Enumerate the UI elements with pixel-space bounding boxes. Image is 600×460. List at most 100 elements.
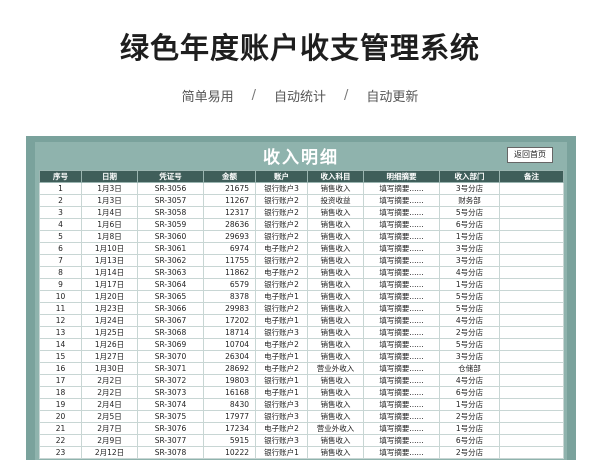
table-row[interactable]: 8 1月14日 SR-3063 11862 电子账户2 销售收入 填写摘要...... 4号分…	[39, 266, 564, 279]
cell-account[interactable]: 银行账户3	[255, 410, 308, 423]
cell-remark[interactable]	[499, 182, 564, 195]
cell-account[interactable]: 银行账户2	[255, 302, 308, 315]
cell-department[interactable]: 5号分店	[439, 290, 500, 303]
cell-department[interactable]: 1号分店	[439, 422, 500, 435]
table-row[interactable]: 4 1月6日 SR-3059 28636 银行账户2 销售收入 填写摘要...... 6号分店	[39, 218, 564, 231]
table-row[interactable]: 13 1月25日 SR-3068 18714 银行账户3 销售收入 填写摘要...... 2号…	[39, 326, 564, 339]
cell-seq[interactable]: 1	[39, 182, 82, 195]
cell-voucher[interactable]: SR-3068	[137, 326, 204, 339]
cell-department[interactable]: 4号分店	[439, 266, 500, 279]
cell-voucher[interactable]: SR-3078	[137, 446, 204, 459]
cell-seq[interactable]: 2	[39, 194, 82, 207]
cell-account[interactable]: 银行账户2	[255, 206, 308, 219]
cell-seq[interactable]: 18	[39, 386, 82, 399]
cell-subject[interactable]: 销售收入	[307, 290, 364, 303]
cell-remark[interactable]	[499, 374, 564, 387]
table-row[interactable]: 23 2月12日 SR-3078 10222 银行账户1 销售收入 填写摘要...... 2号…	[39, 446, 564, 459]
cell-amount[interactable]: 21675	[203, 182, 256, 195]
cell-voucher[interactable]: SR-3069	[137, 338, 204, 351]
cell-department[interactable]: 财务部	[439, 194, 500, 207]
cell-subject[interactable]: 销售收入	[307, 278, 364, 291]
cell-subject[interactable]: 销售收入	[307, 242, 364, 255]
cell-subject[interactable]: 销售收入	[307, 314, 364, 327]
cell-account[interactable]: 银行账户1	[255, 374, 308, 387]
cell-date[interactable]: 1月8日	[81, 230, 138, 243]
cell-department[interactable]: 5号分店	[439, 338, 500, 351]
cell-summary[interactable]: 填写摘要......	[363, 386, 440, 399]
cell-seq[interactable]: 4	[39, 218, 82, 231]
cell-voucher[interactable]: SR-3065	[137, 290, 204, 303]
cell-voucher[interactable]: SR-3062	[137, 254, 204, 267]
cell-remark[interactable]	[499, 410, 564, 423]
cell-seq[interactable]: 8	[39, 266, 82, 279]
table-row[interactable]: 12 1月24日 SR-3067 17202 电子账户1 销售收入 填写摘要...... 4号…	[39, 314, 564, 327]
cell-seq[interactable]: 22	[39, 434, 82, 447]
cell-account[interactable]: 银行账户2	[255, 254, 308, 267]
cell-subject[interactable]: 销售收入	[307, 446, 364, 459]
cell-date[interactable]: 2月5日	[81, 410, 138, 423]
cell-seq[interactable]: 7	[39, 254, 82, 267]
cell-voucher[interactable]: SR-3061	[137, 242, 204, 255]
cell-seq[interactable]: 6	[39, 242, 82, 255]
cell-date[interactable]: 1月6日	[81, 218, 138, 231]
cell-subject[interactable]: 销售收入	[307, 302, 364, 315]
table-row[interactable]: 14 1月26日 SR-3069 10704 电子账户2 销售收入 填写摘要...... 5号…	[39, 338, 564, 351]
cell-subject[interactable]: 销售收入	[307, 410, 364, 423]
cell-subject[interactable]: 销售收入	[307, 254, 364, 267]
cell-remark[interactable]	[499, 350, 564, 363]
cell-department[interactable]: 6号分店	[439, 218, 500, 231]
cell-seq[interactable]: 23	[39, 446, 82, 459]
cell-subject[interactable]: 销售收入	[307, 398, 364, 411]
cell-date[interactable]: 1月20日	[81, 290, 138, 303]
cell-date[interactable]: 1月3日	[81, 194, 138, 207]
cell-voucher[interactable]: SR-3060	[137, 230, 204, 243]
cell-date[interactable]: 1月24日	[81, 314, 138, 327]
cell-seq[interactable]: 13	[39, 326, 82, 339]
table-row[interactable]: 3 1月4日 SR-3058 12317 银行账户2 销售收入 填写摘要...... 5号分店	[39, 206, 564, 219]
cell-department[interactable]: 3号分店	[439, 350, 500, 363]
cell-subject[interactable]: 销售收入	[307, 266, 364, 279]
cell-date[interactable]: 1月10日	[81, 242, 138, 255]
cell-department[interactable]: 6号分店	[439, 386, 500, 399]
cell-remark[interactable]	[499, 230, 564, 243]
cell-department[interactable]: 5号分店	[439, 302, 500, 315]
cell-amount[interactable]: 10704	[203, 338, 256, 351]
cell-amount[interactable]: 17202	[203, 314, 256, 327]
cell-remark[interactable]	[499, 218, 564, 231]
cell-account[interactable]: 银行账户3	[255, 434, 308, 447]
cell-account[interactable]: 电子账户2	[255, 338, 308, 351]
cell-date[interactable]: 1月4日	[81, 206, 138, 219]
cell-account[interactable]: 电子账户2	[255, 422, 308, 435]
cell-subject[interactable]: 销售收入	[307, 386, 364, 399]
cell-account[interactable]: 电子账户1	[255, 386, 308, 399]
cell-seq[interactable]: 14	[39, 338, 82, 351]
cell-department[interactable]: 4号分店	[439, 374, 500, 387]
cell-department[interactable]: 3号分店	[439, 182, 500, 195]
cell-date[interactable]: 1月23日	[81, 302, 138, 315]
cell-remark[interactable]	[499, 338, 564, 351]
cell-amount[interactable]: 6974	[203, 242, 256, 255]
cell-remark[interactable]	[499, 326, 564, 339]
cell-summary[interactable]: 填写摘要......	[363, 398, 440, 411]
cell-voucher[interactable]: SR-3058	[137, 206, 204, 219]
cell-department[interactable]: 1号分店	[439, 398, 500, 411]
cell-seq[interactable]: 17	[39, 374, 82, 387]
cell-date[interactable]: 1月25日	[81, 326, 138, 339]
cell-account[interactable]: 银行账户3	[255, 398, 308, 411]
cell-remark[interactable]	[499, 266, 564, 279]
cell-voucher[interactable]: SR-3066	[137, 302, 204, 315]
table-row[interactable]: 20 2月5日 SR-3075 17977 银行账户3 销售收入 填写摘要...... 2号分…	[39, 410, 564, 423]
cell-subject[interactable]: 营业外收入	[307, 422, 364, 435]
cell-amount[interactable]: 10222	[203, 446, 256, 459]
cell-voucher[interactable]: SR-3067	[137, 314, 204, 327]
cell-voucher[interactable]: SR-3057	[137, 194, 204, 207]
cell-voucher[interactable]: SR-3076	[137, 422, 204, 435]
cell-amount[interactable]: 16168	[203, 386, 256, 399]
cell-summary[interactable]: 填写摘要......	[363, 254, 440, 267]
cell-remark[interactable]	[499, 206, 564, 219]
cell-remark[interactable]	[499, 434, 564, 447]
cell-remark[interactable]	[499, 446, 564, 459]
cell-summary[interactable]: 填写摘要......	[363, 446, 440, 459]
cell-subject[interactable]: 销售收入	[307, 230, 364, 243]
cell-date[interactable]: 1月14日	[81, 266, 138, 279]
